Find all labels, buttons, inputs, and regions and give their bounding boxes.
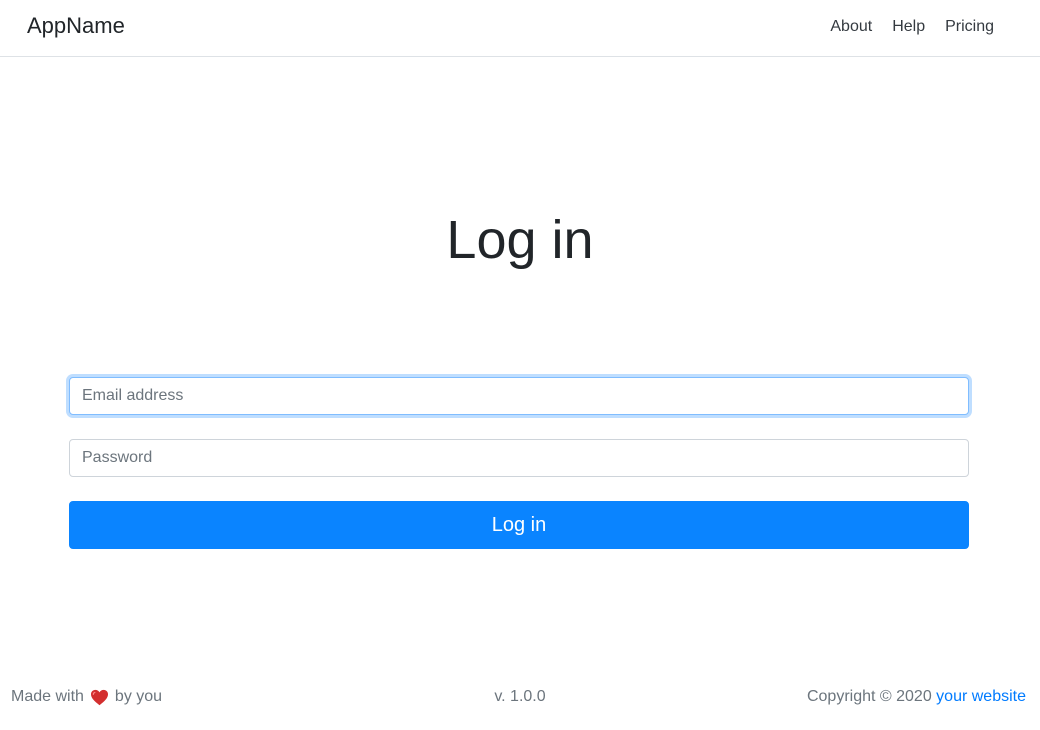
nav-link-pricing[interactable]: Pricing (945, 17, 994, 36)
page-title: Log in (446, 210, 594, 270)
footer: Made with by you v. 1.0.0 Copyright © 20… (0, 686, 1040, 708)
nav-link-about[interactable]: About (830, 17, 872, 36)
made-with-text: Made with (11, 688, 84, 705)
email-field[interactable] (69, 377, 969, 415)
heart-icon (90, 689, 108, 705)
login-button[interactable]: Log in (69, 501, 969, 549)
nav-link-help[interactable]: Help (892, 17, 925, 36)
by-you-text: by you (114, 688, 163, 705)
brand-logo[interactable]: AppName (27, 13, 125, 39)
password-field[interactable] (69, 439, 969, 477)
footer-credit: Made with by you (11, 688, 162, 706)
copyright-text: Copyright © 2020 (806, 688, 932, 705)
copyright: Copyright © 2020 your website (807, 688, 1026, 706)
nav-links: About Help Pricing (830, 17, 994, 36)
website-link[interactable]: your website (936, 688, 1026, 705)
login-form: Log in (69, 377, 969, 549)
navbar: AppName About Help Pricing (0, 0, 1040, 57)
